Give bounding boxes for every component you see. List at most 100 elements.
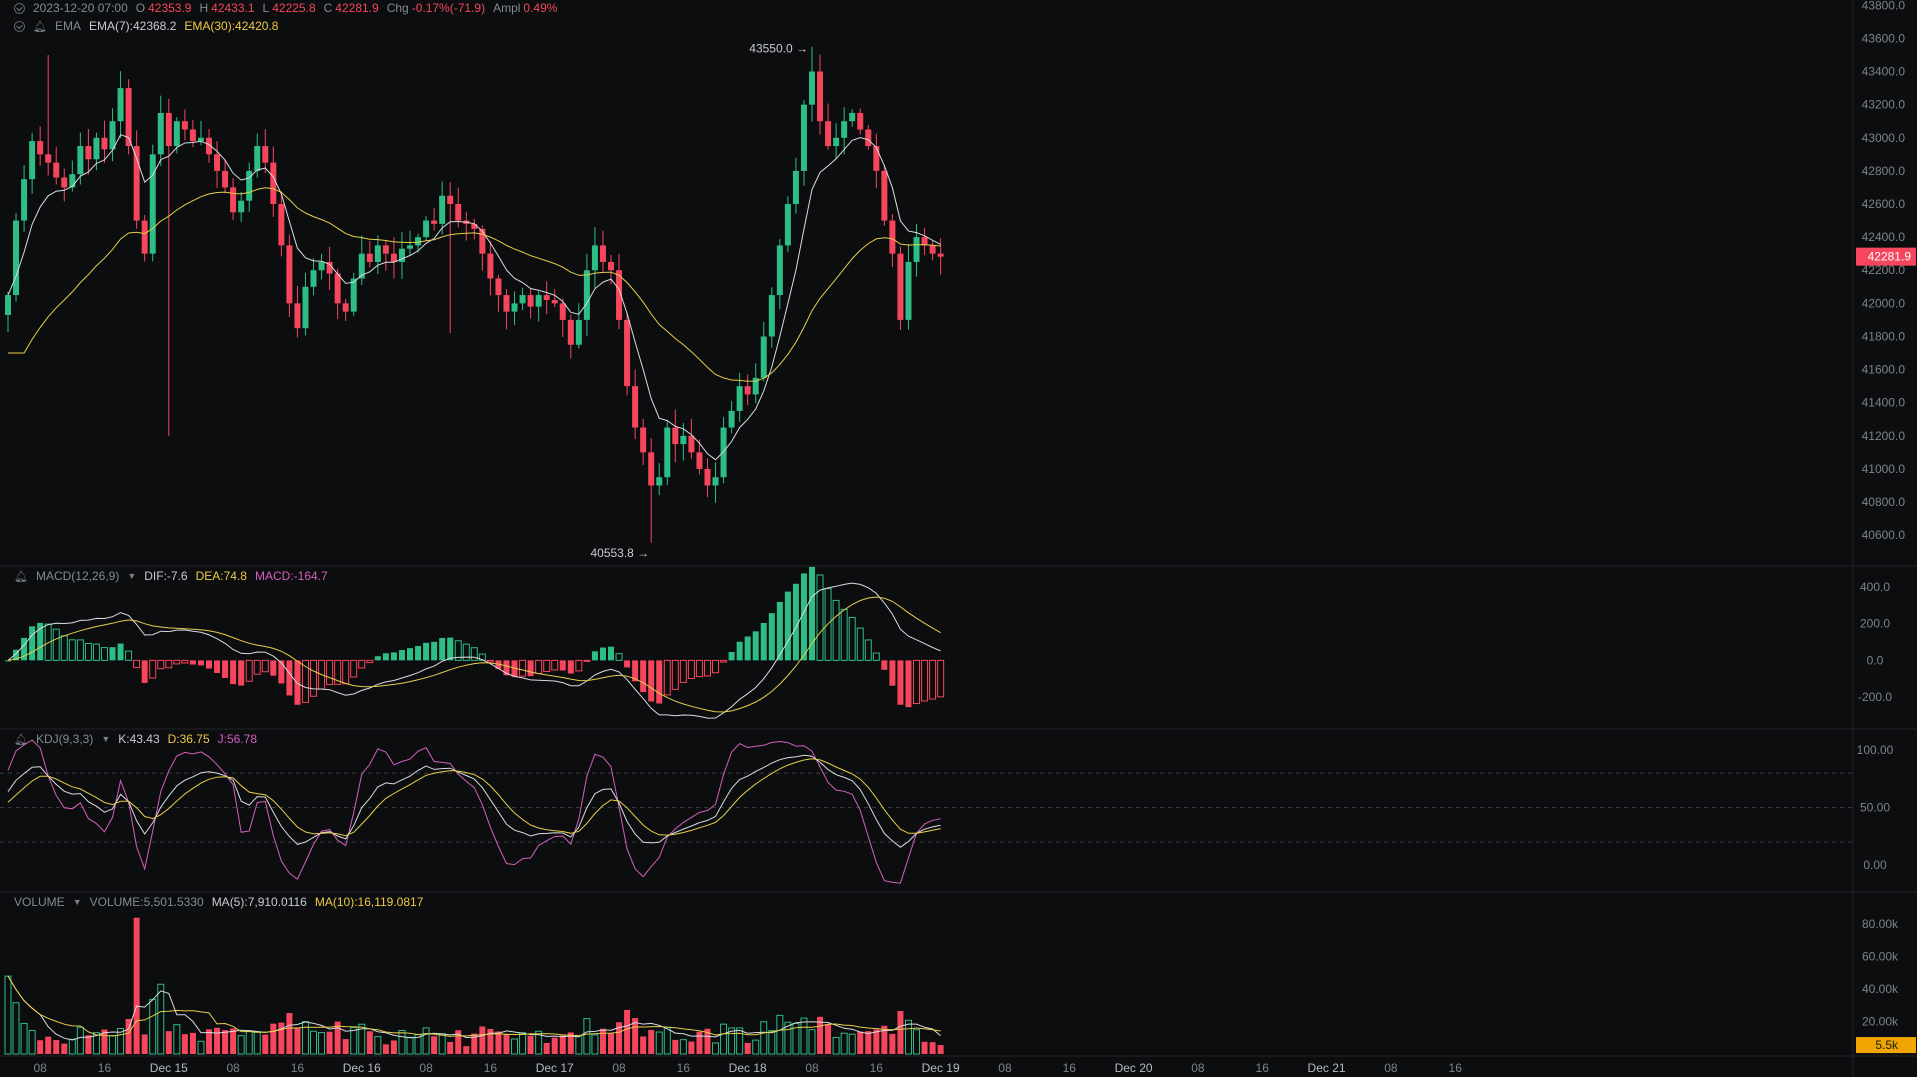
candle[interactable] (881, 164, 888, 226)
candle[interactable] (519, 287, 526, 310)
candle[interactable] (29, 132, 36, 194)
candle[interactable] (599, 230, 606, 272)
candle[interactable] (447, 182, 454, 334)
candle[interactable] (704, 458, 711, 498)
candle[interactable] (181, 109, 188, 141)
candle[interactable] (463, 211, 470, 241)
candle[interactable] (165, 98, 172, 436)
candle[interactable] (238, 191, 245, 222)
bell-icon[interactable]: 🔔︎ (14, 733, 28, 746)
candle[interactable] (865, 124, 872, 150)
candle[interactable] (157, 95, 164, 166)
candle[interactable] (358, 235, 365, 286)
candle[interactable] (656, 463, 663, 496)
candle[interactable] (246, 162, 253, 212)
candle[interactable] (535, 290, 542, 322)
candle[interactable] (712, 462, 719, 503)
candle[interactable] (784, 196, 791, 253)
candle[interactable] (214, 141, 221, 188)
candle[interactable] (189, 119, 196, 148)
candle[interactable] (302, 272, 309, 336)
candle[interactable] (471, 218, 478, 240)
candle[interactable] (873, 133, 880, 189)
candle[interactable] (897, 246, 904, 331)
candle[interactable] (543, 281, 550, 314)
chevron-down-icon[interactable]: ▼ (73, 897, 82, 907)
toggle-icon[interactable] (14, 2, 25, 14)
candle[interactable] (575, 303, 582, 349)
volume-bars[interactable] (4, 917, 944, 1055)
candle[interactable] (648, 438, 655, 543)
candle[interactable] (398, 232, 405, 279)
candle[interactable] (849, 109, 856, 127)
candle[interactable] (672, 409, 679, 463)
candle[interactable] (431, 208, 438, 231)
candle[interactable] (374, 235, 381, 275)
candle[interactable] (857, 108, 864, 135)
candle[interactable] (567, 314, 574, 359)
candle[interactable] (407, 230, 413, 257)
candle[interactable] (93, 132, 100, 171)
candle[interactable] (342, 298, 349, 322)
macd-histogram[interactable] (5, 566, 945, 708)
candle[interactable] (318, 253, 325, 280)
candle[interactable] (21, 164, 28, 232)
candle[interactable] (326, 246, 333, 290)
candle[interactable] (527, 288, 534, 319)
candle[interactable] (616, 253, 623, 330)
candle[interactable] (149, 144, 156, 262)
candle[interactable] (503, 288, 510, 330)
candle[interactable] (366, 240, 373, 268)
candle[interactable] (664, 421, 671, 486)
candle[interactable] (294, 286, 301, 338)
candle[interactable] (382, 240, 389, 271)
chevron-down-icon[interactable]: ▼ (101, 734, 110, 744)
candles[interactable] (5, 46, 944, 543)
candle[interactable] (495, 274, 502, 312)
candle[interactable] (45, 54, 52, 176)
candle[interactable] (720, 417, 727, 484)
candle[interactable] (752, 363, 759, 404)
candle[interactable] (809, 46, 815, 122)
candle[interactable] (768, 287, 775, 348)
candle[interactable] (632, 369, 639, 440)
bell-icon[interactable]: 🔔︎ (33, 20, 47, 33)
candle[interactable] (262, 129, 269, 173)
candle[interactable] (624, 313, 631, 396)
candle[interactable] (254, 133, 261, 178)
candle[interactable] (825, 103, 832, 150)
candle[interactable] (551, 289, 558, 308)
candle[interactable] (744, 374, 751, 406)
candle[interactable] (230, 178, 237, 220)
candle[interactable] (921, 227, 928, 255)
candle[interactable] (817, 54, 824, 135)
candle[interactable] (390, 237, 397, 279)
chevron-down-icon[interactable]: ▼ (127, 571, 136, 581)
candle[interactable] (310, 258, 317, 296)
candle[interactable] (286, 234, 293, 317)
candle[interactable] (688, 418, 695, 459)
toggle-icon[interactable] (14, 20, 25, 32)
candle[interactable] (696, 439, 703, 475)
trading-chart[interactable]: 43800.0 43600.0 43400.0 43200.0 43000.0 42800… (0, 0, 1917, 1077)
candle[interactable] (13, 212, 20, 302)
candle[interactable] (792, 157, 799, 214)
candle[interactable] (591, 227, 598, 288)
candle[interactable] (350, 272, 357, 317)
candle[interactable] (141, 214, 148, 262)
candle[interactable] (640, 418, 647, 465)
candle[interactable] (511, 291, 518, 326)
candle[interactable] (583, 253, 590, 337)
candle[interactable] (37, 126, 44, 166)
candle[interactable] (479, 225, 486, 271)
candle[interactable] (53, 147, 60, 185)
candle[interactable] (423, 216, 430, 241)
candle[interactable] (929, 241, 936, 261)
candle[interactable] (61, 168, 68, 202)
candle[interactable] (117, 71, 124, 139)
candle[interactable] (905, 243, 912, 330)
candle[interactable] (5, 291, 11, 332)
candle[interactable] (800, 100, 807, 186)
candle[interactable] (776, 239, 783, 310)
candle[interactable] (133, 130, 140, 229)
